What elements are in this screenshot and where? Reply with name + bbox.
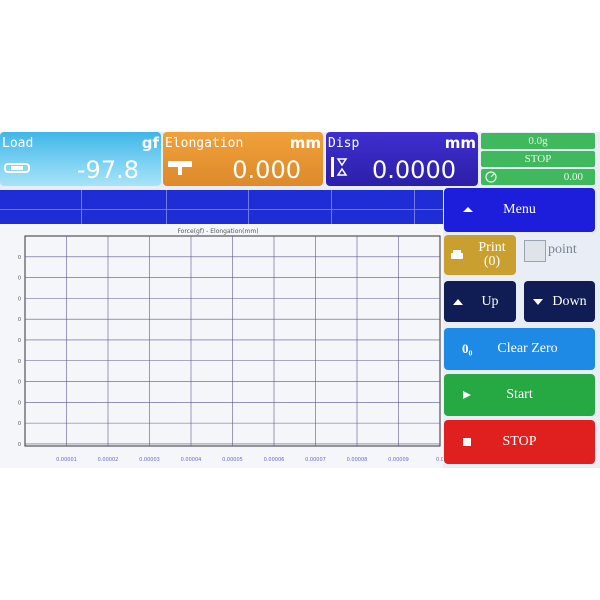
y-tick-label: 0	[18, 400, 21, 406]
arrow-up-icon	[453, 298, 463, 305]
down-button[interactable]: Down	[524, 281, 595, 322]
status-panel: 0.0g STOP 0.00	[481, 132, 595, 186]
print-button-label: Print	[478, 240, 506, 255]
print-button[interactable]: Print (0)	[444, 235, 516, 275]
point-checkbox-label: point	[548, 242, 577, 257]
home-icon	[463, 207, 473, 212]
displacement-icon	[331, 157, 348, 177]
x-tick-label: 0.00006	[264, 457, 285, 463]
x-tick-label: 0.00005	[222, 457, 243, 463]
x-tick-label: 0.0	[436, 457, 443, 463]
disp-label: Disp	[328, 136, 360, 151]
y-tick-label: 0	[18, 296, 21, 302]
load-label: Load	[2, 136, 34, 151]
table-column-divider	[331, 190, 332, 228]
x-tick-label: 0.00008	[347, 457, 368, 463]
clear-zero-button[interactable]: 0₀ Clear Zero	[444, 328, 595, 370]
disp-unit: mm	[444, 134, 476, 152]
disp-value: 0.0000	[372, 156, 456, 184]
y-tick-label: 0	[18, 442, 21, 448]
status-timer-value: 0.00	[563, 171, 583, 183]
stop-button[interactable]: STOP	[444, 420, 595, 464]
load-readout-panel: Load gf -97.8	[0, 132, 161, 186]
x-tick-label: 0.00003	[139, 457, 160, 463]
elongation-readout-panel: Elongation mm 0.000	[163, 132, 323, 186]
x-tick-label: 0.00004	[181, 457, 202, 463]
menu-button[interactable]: Menu	[444, 188, 595, 232]
up-button[interactable]: Up	[444, 281, 516, 322]
y-tick-label: 0	[18, 359, 21, 365]
table-column-divider	[81, 190, 82, 228]
load-unit: gf	[141, 134, 159, 152]
zero-icon: 0₀	[462, 341, 473, 356]
y-tick-label: 0	[18, 338, 21, 344]
load-cell-icon	[4, 163, 30, 173]
table-row-divider	[0, 209, 443, 210]
y-tick-label: 0	[18, 380, 21, 386]
elongation-unit: mm	[289, 134, 321, 152]
chart-canvas: Force(gf) - Elongation(mm) 0.00001 0.00002…	[18, 228, 444, 463]
results-table[interactable]	[0, 190, 443, 228]
status-timer-row: 0.00	[481, 169, 595, 185]
elongation-value: 0.000	[232, 156, 301, 184]
table-column-divider	[166, 190, 167, 228]
point-checkbox[interactable]	[524, 240, 546, 262]
start-button[interactable]: Start	[444, 374, 595, 416]
x-tick-label: 0.00002	[98, 457, 119, 463]
chart-title: Force(gf) - Elongation(mm)	[177, 228, 258, 235]
stop-square-icon	[463, 438, 471, 446]
status-top-readout: 0.0g	[481, 133, 595, 149]
arrow-down-icon	[533, 298, 543, 305]
y-tick-label: 0	[18, 421, 21, 427]
timer-icon	[485, 171, 497, 183]
x-tick-label: 0.00001	[56, 457, 77, 463]
x-tick-label: 0.00007	[305, 457, 326, 463]
elongation-icon	[168, 161, 192, 175]
y-tick-label: 0	[18, 317, 21, 323]
x-tick-label: 0.00009	[388, 457, 409, 463]
force-elongation-chart: Force(gf) - Elongation(mm) 0.00001 0.00002…	[0, 224, 444, 468]
table-column-divider	[248, 190, 249, 228]
status-state: STOP	[481, 151, 595, 167]
print-count: (0)	[483, 254, 501, 269]
elongation-label: Elongation	[165, 136, 244, 151]
disp-readout-panel: Disp mm 0.0000	[326, 132, 478, 186]
load-value: -97.8	[76, 156, 139, 184]
y-tick-label: 0	[18, 276, 21, 282]
play-icon	[463, 391, 471, 399]
table-column-divider	[414, 190, 415, 228]
hmi-screen: Load gf -97.8 Elongation mm 0.000 Disp m…	[0, 132, 600, 468]
printer-icon	[451, 250, 463, 259]
y-tick-label: 0	[18, 255, 21, 261]
